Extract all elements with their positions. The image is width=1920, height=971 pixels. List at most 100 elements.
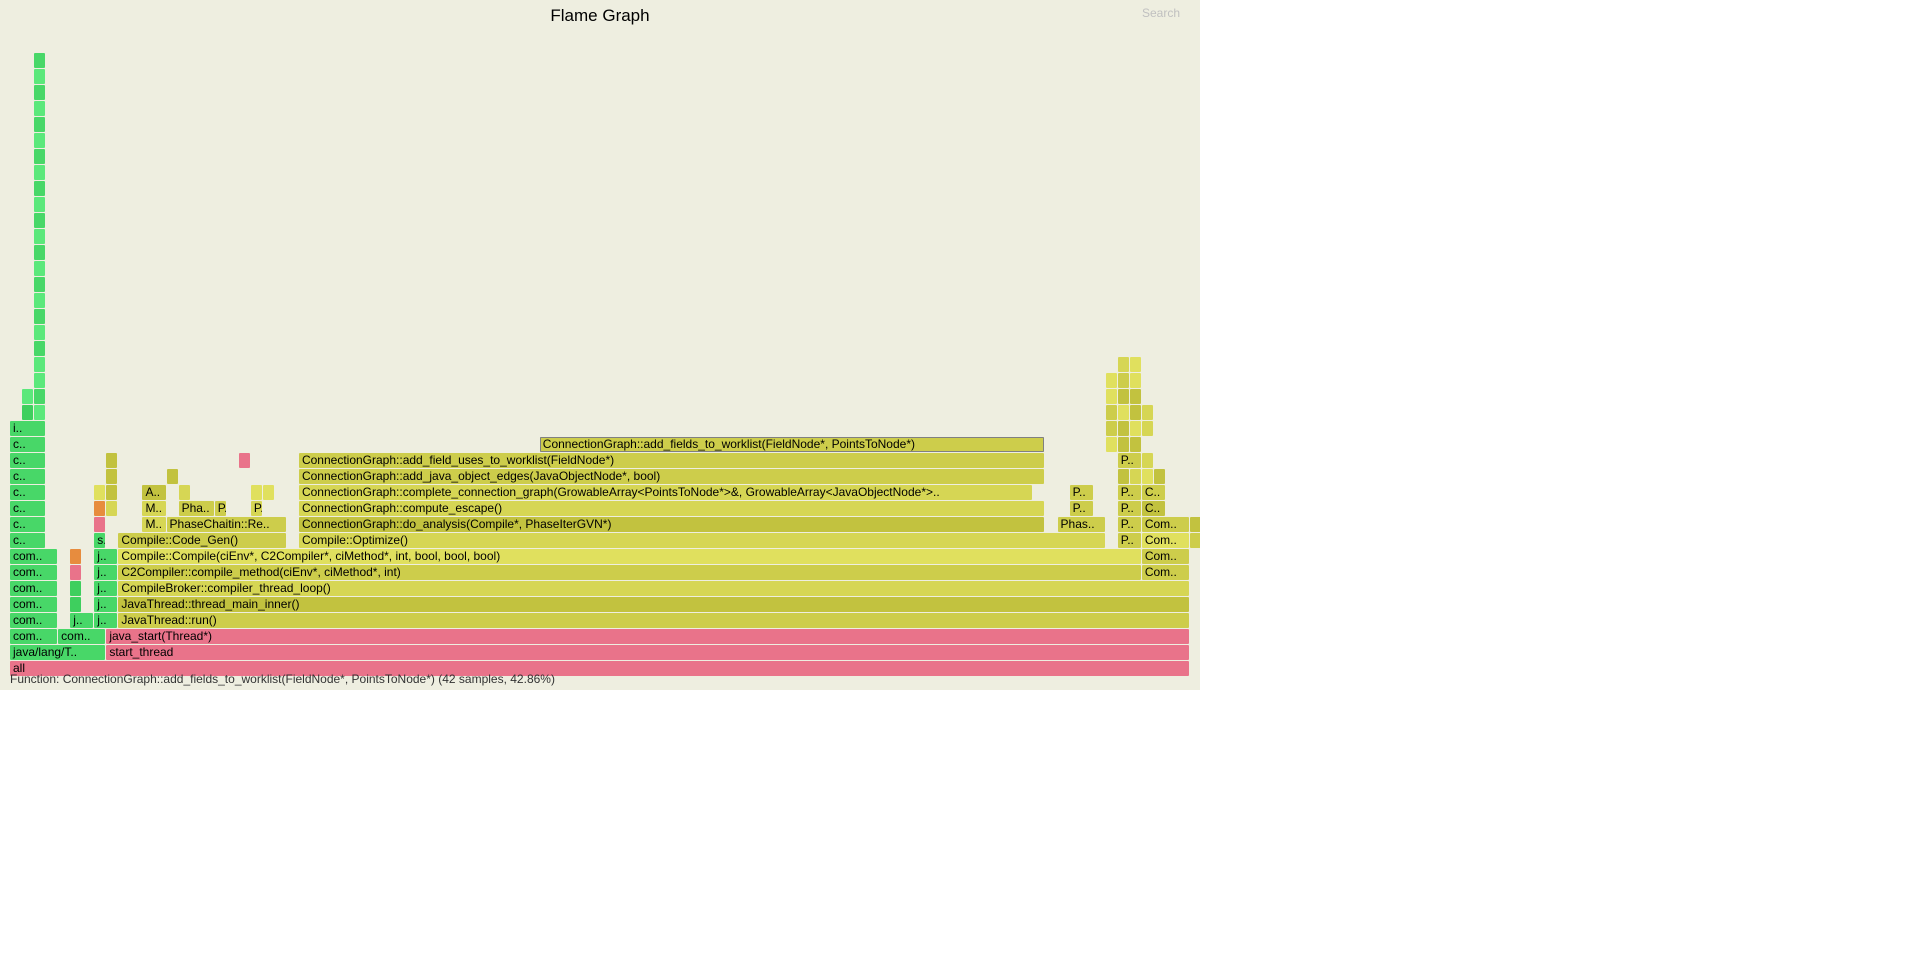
flame-frame[interactable]: c.. xyxy=(10,469,45,484)
flame-frame[interactable]: A.. xyxy=(142,485,165,500)
flame-frame[interactable]: java/lang/T.. xyxy=(10,645,105,660)
flame-frame[interactable]: c.. xyxy=(10,485,45,500)
flame-frame[interactable]: com.. xyxy=(10,549,57,564)
flame-frame[interactable] xyxy=(34,261,45,276)
flame-frame[interactable]: Com.. xyxy=(1142,565,1189,580)
flame-frame[interactable]: ConnectionGraph::complete_connection_gra… xyxy=(299,485,1032,500)
flame-frame[interactable] xyxy=(34,53,45,68)
flame-frame[interactable]: ConnectionGraph::compute_escape() xyxy=(299,501,1045,516)
flame-frame[interactable]: c.. xyxy=(10,533,45,548)
flame-frame[interactable]: j.. xyxy=(70,613,93,628)
flame-frame[interactable]: ConnectionGraph::add_fields_to_worklist(… xyxy=(540,437,1045,452)
flame-frame[interactable]: com.. xyxy=(10,629,57,644)
flame-frame[interactable]: ConnectionGraph::do_analysis(Compile*, P… xyxy=(299,517,1045,532)
flame-frame[interactable]: j.. xyxy=(94,597,117,612)
flame-frame[interactable] xyxy=(1118,405,1129,420)
flame-frame[interactable] xyxy=(1130,469,1141,484)
flame-frame[interactable]: JavaThread::thread_main_inner() xyxy=(118,597,1189,612)
flame-frame[interactable]: ConnectionGraph::add_field_uses_to_workl… xyxy=(299,453,1045,468)
flame-frame[interactable] xyxy=(1142,469,1153,484)
flame-frame[interactable]: P.. xyxy=(1118,485,1141,500)
flame-frame[interactable] xyxy=(1106,373,1117,388)
flame-frame[interactable] xyxy=(94,517,105,532)
flame-frame[interactable] xyxy=(106,501,117,516)
flame-frame[interactable] xyxy=(1118,437,1129,452)
flame-frame[interactable] xyxy=(1190,517,1200,532)
flame-frame[interactable] xyxy=(34,389,45,404)
flame-frame[interactable] xyxy=(1118,357,1129,372)
flame-frame[interactable] xyxy=(34,133,45,148)
flame-frame[interactable] xyxy=(22,405,33,420)
flame-frame[interactable] xyxy=(106,469,117,484)
flame-frame[interactable] xyxy=(1106,389,1117,404)
flame-frame[interactable] xyxy=(1118,421,1129,436)
flame-frame[interactable] xyxy=(1142,453,1153,468)
flame-frame[interactable] xyxy=(34,277,45,292)
flame-frame[interactable]: start_thread xyxy=(106,645,1189,660)
flame-frame[interactable] xyxy=(34,245,45,260)
flame-frame[interactable] xyxy=(1142,421,1153,436)
flame-frame[interactable] xyxy=(1190,533,1200,548)
flame-frame[interactable] xyxy=(22,389,33,404)
flame-frame[interactable] xyxy=(34,69,45,84)
flame-frame[interactable] xyxy=(34,341,45,356)
flame-frame[interactable] xyxy=(70,565,81,580)
flame-frame[interactable]: java_start(Thread*) xyxy=(106,629,1189,644)
flame-frame[interactable] xyxy=(34,357,45,372)
flame-frame[interactable] xyxy=(1130,421,1141,436)
flame-frame[interactable] xyxy=(34,85,45,100)
flame-frame[interactable]: com.. xyxy=(10,597,57,612)
flame-frame[interactable] xyxy=(34,165,45,180)
flame-frame[interactable] xyxy=(106,453,117,468)
flame-frame[interactable] xyxy=(179,485,190,500)
flame-frame[interactable] xyxy=(70,549,81,564)
flame-frame[interactable] xyxy=(34,181,45,196)
flame-frame[interactable]: j.. xyxy=(94,581,117,596)
flame-frame[interactable] xyxy=(1118,373,1129,388)
flame-frame[interactable]: Com.. xyxy=(1142,549,1189,564)
flame-frame[interactable] xyxy=(34,117,45,132)
search-link[interactable]: Search xyxy=(1142,6,1180,20)
flame-frame[interactable] xyxy=(239,453,250,468)
flame-frame[interactable] xyxy=(34,373,45,388)
flame-frame[interactable] xyxy=(167,469,178,484)
flame-frame[interactable]: Compile::Code_Gen() xyxy=(118,533,286,548)
flame-frame[interactable] xyxy=(1130,373,1141,388)
flame-frame[interactable]: P.. xyxy=(1118,501,1141,516)
flame-frame[interactable]: PhaseChaitin::Re.. xyxy=(167,517,286,532)
flame-frame[interactable]: CompileBroker::compiler_thread_loop() xyxy=(118,581,1189,596)
flame-frame[interactable]: P.. xyxy=(1118,453,1141,468)
flame-frame[interactable]: s.. xyxy=(94,533,105,548)
flame-frame[interactable]: Compile::Compile(ciEnv*, C2Compiler*, ci… xyxy=(118,549,1140,564)
flame-frame[interactable]: Phas.. xyxy=(1058,517,1105,532)
flame-frame[interactable]: c.. xyxy=(10,453,45,468)
flame-frame[interactable]: j.. xyxy=(94,565,117,580)
flame-frame[interactable] xyxy=(94,501,105,516)
flame-frame[interactable] xyxy=(34,309,45,324)
flame-frame[interactable]: C.. xyxy=(1142,485,1165,500)
flame-frame[interactable]: P.. xyxy=(1118,517,1141,532)
flame-frame[interactable] xyxy=(34,149,45,164)
flame-frame[interactable] xyxy=(34,197,45,212)
flame-frame[interactable]: P.. xyxy=(1070,485,1093,500)
flame-frame[interactable]: com.. xyxy=(58,629,105,644)
flame-frame[interactable]: c.. xyxy=(10,517,45,532)
flame-frame[interactable]: Com.. xyxy=(1142,533,1189,548)
flame-frame[interactable]: C.. xyxy=(1142,501,1165,516)
flame-frame[interactable] xyxy=(70,581,81,596)
flame-frame[interactable] xyxy=(1118,389,1129,404)
flame-frame[interactable]: M.. xyxy=(142,501,165,516)
flame-frame[interactable] xyxy=(1154,469,1165,484)
flame-frame[interactable] xyxy=(263,485,274,500)
flame-frame[interactable]: j.. xyxy=(94,613,117,628)
flame-frame[interactable] xyxy=(1130,437,1141,452)
flame-frame[interactable]: P.. xyxy=(1118,533,1141,548)
flame-frame[interactable]: JavaThread::run() xyxy=(118,613,1189,628)
flame-frame[interactable] xyxy=(94,485,105,500)
flame-frame[interactable] xyxy=(1130,389,1141,404)
flame-frame[interactable] xyxy=(34,293,45,308)
flame-frame[interactable]: M.. xyxy=(142,517,165,532)
flame-frame[interactable] xyxy=(106,485,117,500)
flame-frame[interactable]: P.. xyxy=(215,501,226,516)
flame-frame[interactable] xyxy=(251,485,262,500)
